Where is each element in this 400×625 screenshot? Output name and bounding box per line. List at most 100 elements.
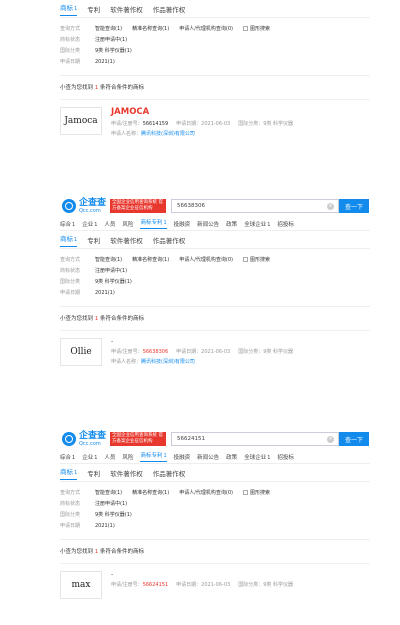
trademark-result[interactable]: Ollie - 申请/注册号：56638306 申请日期：2021-06-03 …: [60, 330, 370, 368]
figure-search-checkbox[interactable]: 图形搜索: [242, 256, 270, 263]
intl-class: 9类 科学仪器: [263, 121, 294, 127]
nav-item[interactable]: 招投标: [277, 453, 294, 461]
trademark-tabs: 商标1 专利 软件著作权 作品著作权: [60, 231, 370, 249]
trademark-name[interactable]: JAMOCA: [111, 107, 293, 117]
tab-trademark[interactable]: 商标1: [60, 2, 78, 16]
checkbox-icon: [242, 490, 248, 495]
trademark-tabs: 商标1 专利 软件著作权 作品著作权: [60, 464, 370, 482]
figure-search-checkbox[interactable]: 图形搜索: [242, 25, 270, 32]
tab-trademark[interactable]: 商标1: [60, 233, 78, 247]
filter-exact[interactable]: 精准名称查询(1): [132, 25, 169, 32]
nav-item[interactable]: 综合1: [60, 453, 75, 461]
intl-class: 9类 科学仪器: [263, 349, 294, 355]
trademark-name: -: [111, 338, 114, 345]
tab-works-copyright[interactable]: 作品著作权: [153, 468, 186, 478]
filters: 查询方式 智能查询(1) 精准名称查询(1) 申请人/代理机构查询(0) 图形搜…: [60, 489, 270, 529]
reg-number: 56624151: [142, 582, 169, 588]
trademark-thumbnail[interactable]: Ollie: [60, 338, 102, 366]
search-button[interactable]: 查一下: [339, 199, 370, 213]
filter-exact[interactable]: 精准名称查询(1): [132, 489, 169, 496]
checkbox-icon: [242, 26, 248, 31]
nav-item[interactable]: 新闻公告: [197, 453, 219, 461]
filter-date[interactable]: 2021(1): [95, 59, 115, 65]
applicant-link[interactable]: 腾讯科技(深圳)有限公司: [141, 131, 195, 137]
qcc-logo-icon[interactable]: [62, 199, 76, 213]
tab-software-copyright[interactable]: 软件著作权: [110, 4, 143, 14]
filter-applicant[interactable]: 申请人/代理机构查询(0): [179, 489, 233, 496]
nav-item-trademark[interactable]: 商标专利1: [140, 218, 167, 229]
filter-smart[interactable]: 智能查询(1): [95, 256, 122, 263]
filter-applicant[interactable]: 申请人/代理机构查询(0): [179, 256, 233, 263]
filter-date[interactable]: 2021(1): [95, 523, 115, 529]
trademark-result[interactable]: max - 申请/注册号：56624151 申请日期：2021-06-03 国际…: [60, 563, 370, 599]
result-panel-1: 商标1 专利 软件著作权 作品著作权 查询方式 智能查询(1) 精准名称查询(1…: [60, 0, 370, 140]
nav-item[interactable]: 风险: [122, 220, 133, 228]
tab-works-copyright[interactable]: 作品著作权: [153, 235, 186, 245]
filter-smart[interactable]: 智能查询(1): [95, 489, 122, 496]
tab-software-copyright[interactable]: 软件著作权: [110, 235, 143, 245]
site-header: 企查查 Qcc.com 全国企业信用查询系统 官方备案企业征信机构 5662415…: [60, 428, 370, 450]
search-input[interactable]: 56638306 ×: [171, 199, 340, 213]
result-panel-2: 企查查 Qcc.com 全国企业信用查询系统 官方备案企业征信机构 5663830…: [60, 195, 370, 368]
filter-status[interactable]: 注册申请中(1): [95, 267, 127, 274]
nav-item[interactable]: 招投标: [277, 220, 294, 228]
filter-status[interactable]: 注册申请中(1): [95, 36, 127, 43]
promo-badge: 全国企业信用查询系统 官方备案企业征信机构: [110, 432, 167, 446]
filter-smart[interactable]: 智能查询(1): [95, 25, 122, 32]
applicant-link[interactable]: 腾讯科技(深圳)有限公司: [141, 359, 195, 365]
nav-item[interactable]: 新闻公告: [197, 220, 219, 228]
nav-item[interactable]: 人员: [104, 220, 115, 228]
reg-number: 56638306: [142, 349, 169, 355]
nav-item-trademark[interactable]: 商标专利1: [140, 451, 167, 462]
search-input[interactable]: 56624151 ×: [171, 432, 340, 446]
main-nav: 综合1 企业1 人员 风险 商标专利1 投融资 新闻公告 政策 全球企业1 招投…: [60, 217, 370, 231]
nav-item[interactable]: 政策: [226, 453, 237, 461]
nav-item[interactable]: 投融资: [174, 453, 191, 461]
nav-item[interactable]: 投融资: [174, 220, 191, 228]
filters: 查询方式 智能查询(1) 精准名称查询(1) 申请人/代理机构查询(0) 图形搜…: [60, 25, 270, 65]
result-count: 小查为您找到 1 条符合条件的商标: [60, 75, 370, 91]
filter-exact[interactable]: 精准名称查询(1): [132, 256, 169, 263]
filter-date[interactable]: 2021(1): [95, 290, 115, 296]
trademark-name: -: [111, 571, 114, 578]
filters: 查询方式 智能查询(1) 精准名称查询(1) 申请人/代理机构查询(0) 图形搜…: [60, 256, 270, 296]
tab-software-copyright[interactable]: 软件著作权: [110, 468, 143, 478]
nav-item[interactable]: 全球企业1: [244, 220, 270, 228]
promo-badge: 全国企业信用查询系统 官方备案企业征信机构: [110, 199, 167, 213]
checkbox-icon: [242, 257, 248, 262]
apply-date: 2021-06-03: [201, 349, 231, 355]
main-nav: 综合1 企业1 人员 风险 商标专利1 投融资 新闻公告 政策 全球企业1 招投…: [60, 450, 370, 464]
site-header: 企查查 Qcc.com 全国企业信用查询系统 官方备案企业征信机构 5663830…: [60, 195, 370, 217]
nav-item[interactable]: 全球企业1: [244, 453, 270, 461]
nav-item[interactable]: 综合1: [60, 220, 75, 228]
clear-icon[interactable]: ×: [327, 436, 335, 443]
nav-item[interactable]: 风险: [122, 453, 133, 461]
clear-icon[interactable]: ×: [327, 203, 335, 210]
result-panel-3: 企查查 Qcc.com 全国企业信用查询系统 官方备案企业征信机构 5662415…: [60, 428, 370, 599]
intl-class: 9类 科学仪器: [263, 582, 294, 588]
nav-item[interactable]: 政策: [226, 220, 237, 228]
reg-number: 56614159: [142, 121, 169, 127]
tab-patent[interactable]: 专利: [87, 4, 100, 14]
nav-item[interactable]: 人员: [104, 453, 115, 461]
nav-item[interactable]: 企业1: [82, 220, 97, 228]
tab-patent[interactable]: 专利: [87, 235, 100, 245]
result-count: 小查为您找到 1 条符合条件的商标: [60, 306, 370, 322]
filter-class[interactable]: 9类 科学仪器(1): [95, 278, 132, 285]
figure-search-checkbox[interactable]: 图形搜索: [242, 489, 270, 496]
qcc-logo-icon[interactable]: [62, 432, 76, 446]
trademark-result[interactable]: Jamoca JAMOCA 申请/注册号：56614159 申请日期：2021-…: [60, 99, 370, 140]
trademark-thumbnail[interactable]: max: [60, 571, 102, 599]
tab-patent[interactable]: 专利: [87, 468, 100, 478]
result-count: 小查为您找到 1 条符合条件的商标: [60, 539, 370, 555]
trademark-tabs: 商标1 专利 软件著作权 作品著作权: [60, 0, 370, 18]
nav-item[interactable]: 企业1: [82, 453, 97, 461]
trademark-thumbnail[interactable]: Jamoca: [60, 107, 102, 135]
filter-applicant[interactable]: 申请人/代理机构查询(0): [179, 25, 233, 32]
filter-status[interactable]: 注册申请中(1): [95, 500, 127, 507]
tab-works-copyright[interactable]: 作品著作权: [153, 4, 186, 14]
filter-class[interactable]: 9类 科学仪器(1): [95, 511, 132, 518]
search-button[interactable]: 查一下: [339, 432, 370, 446]
filter-class[interactable]: 9类 科学仪器(1): [95, 47, 132, 54]
tab-trademark[interactable]: 商标1: [60, 466, 78, 480]
